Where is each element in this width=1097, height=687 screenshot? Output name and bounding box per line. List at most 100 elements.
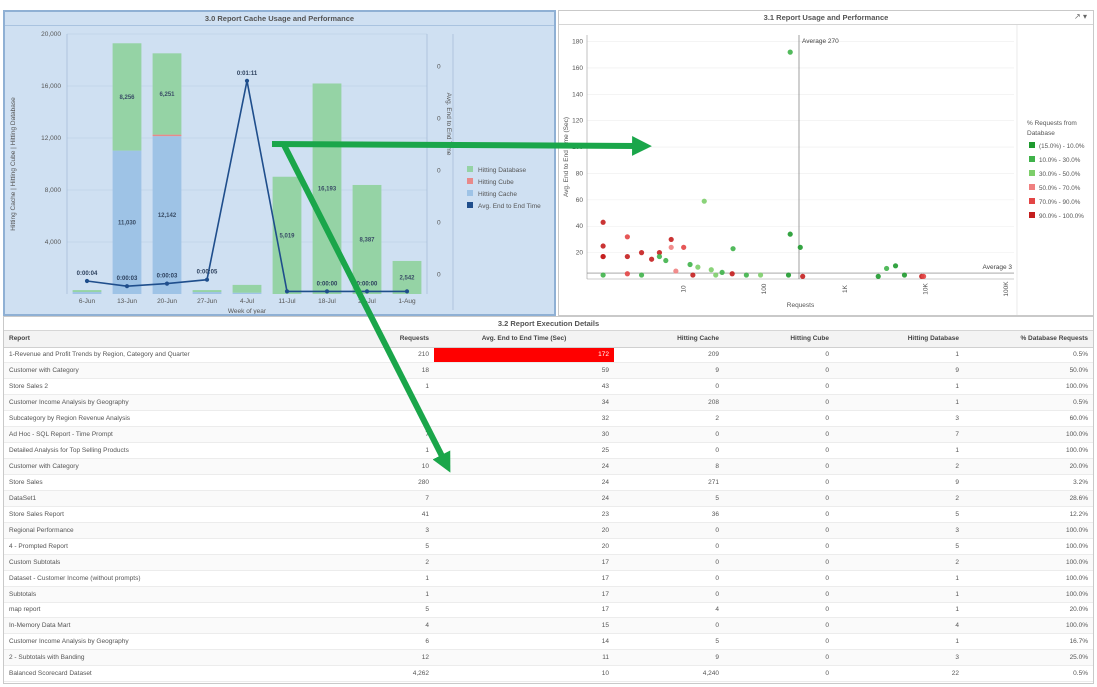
table-cell: 0 [724, 570, 834, 587]
scatter-point [600, 219, 606, 225]
table-header-row: Report Requests Avg. End to End Time (Sec)… [4, 331, 1093, 348]
line-data-label: 0:00:00 [357, 281, 378, 287]
panel-cache-usage[interactable]: 3.0 Report Cache Usage and Performance 4… [3, 10, 556, 316]
table-cell: 1 [834, 570, 964, 587]
column-header[interactable]: Hitting Cube [724, 331, 834, 348]
table-cell: 0 [724, 442, 834, 460]
y-tick-label: 16,000 [41, 83, 61, 90]
table-row[interactable]: DataSet1 7 24 5 0 2 28.6% [4, 490, 1093, 507]
y-tick-label: 12,000 [41, 135, 61, 142]
table-cell: 4,240 [614, 665, 724, 683]
y-tick-label: 80 [576, 170, 584, 177]
table-row[interactable]: Store Sales 280 24 271 0 9 3.2% [4, 474, 1093, 491]
scatter-point [730, 246, 736, 252]
table-cell: 24 [434, 458, 614, 475]
avg-y-label: Average 3 [982, 264, 1012, 271]
table-cell: 1 [834, 347, 964, 364]
table-row[interactable]: Customer with Category 10 24 8 0 2 20.0% [4, 458, 1093, 475]
table-cell: 0 [724, 602, 834, 619]
table-row[interactable]: map report 5 17 4 0 1 20.0% [4, 602, 1093, 619]
table-cell: 4 [614, 602, 724, 619]
table-cell: 18 [387, 362, 434, 380]
table-cell: 9 [614, 649, 724, 667]
table-row[interactable]: Store Sales 2 1 43 0 0 1 100.0% [4, 378, 1093, 396]
table-row[interactable]: Subcategory by Region Revenue Analysis 32… [4, 410, 1093, 428]
legend-swatch [467, 202, 473, 208]
table-cell: 0 [614, 586, 724, 603]
table-cell: 2 - Subtotals with Banding [4, 649, 387, 667]
table-row[interactable]: Regional Performance 3 20 0 0 3 100.0% [4, 522, 1093, 539]
legend-swatch [467, 166, 473, 172]
table-row[interactable]: Store Sales Report 41 23 36 0 5 12.2% [4, 506, 1093, 523]
table-row[interactable]: 2 - Subtotals with Banding 12 11 9 0 3 25.0% [4, 649, 1093, 667]
column-header[interactable]: Report [4, 331, 387, 348]
x-tick-label: 18-Jul [318, 298, 336, 305]
table-row[interactable]: Dataset - Customer Income (without promp… [4, 570, 1093, 587]
table-cell: 0 [724, 649, 834, 667]
table-row[interactable]: Balanced Scorecard Dataset 4,262 10 4,240 0 2… [4, 665, 1093, 683]
table-cell: 0 [724, 490, 834, 507]
table-cell: In-Memory Data Mart [4, 617, 387, 635]
table-cell: 0 [614, 554, 724, 571]
table-cell: 0 [724, 378, 834, 396]
scatter-point [701, 198, 707, 204]
table-row[interactable]: In-Memory Data Mart 4 15 0 0 4 100.0% [4, 617, 1093, 635]
table-cell: 100.0% [964, 570, 1093, 587]
avg-time-point [84, 278, 90, 284]
legend-swatch [1029, 170, 1035, 176]
line-data-label: 0:01:11 [237, 71, 258, 77]
table-cell [387, 410, 434, 428]
x-tick-label: 11-Jul [278, 298, 296, 305]
table-cell: 0 [614, 426, 724, 444]
avg-time-point [364, 289, 370, 294]
scatter-point [663, 257, 669, 264]
table-row[interactable]: Ad Hoc - SQL Report - Time Prompt 7 30 0 0 7 1… [4, 426, 1093, 444]
avg-time-point [404, 289, 410, 294]
column-header[interactable]: % Database Requests [964, 331, 1093, 348]
y2-tick-label: 0 [437, 220, 441, 227]
table-row[interactable]: Customer Income Analysis by Geography 6 14… [4, 633, 1093, 651]
panel-execution-details[interactable]: 3.2 Report Execution Details Report Reque… [3, 316, 1094, 684]
table-cell: 1-Revenue and Profit Trends by Region, C… [4, 347, 387, 364]
table-row[interactable]: Customer Income Analysis by Geography 34 2… [4, 394, 1093, 412]
bar-segment [72, 290, 102, 293]
table-cell: 100.0% [964, 617, 1093, 635]
table-row[interactable]: Detailed Analysis for Top Selling Produc… [4, 442, 1093, 460]
table-cell: 3.2% [964, 474, 1093, 491]
table-cell: 20 [434, 538, 614, 555]
expand-menu-icon[interactable]: ↗ ▾ [1074, 12, 1087, 21]
y-tick-label: 60 [576, 197, 584, 204]
table-row[interactable]: 1-Revenue and Profit Trends by Region, C… [4, 347, 1093, 364]
scatter-point [681, 244, 687, 250]
table-row[interactable]: 4 - Prompted Report 5 20 0 0 5 100.0% [4, 538, 1093, 555]
table-cell: 0 [724, 617, 834, 635]
table-row[interactable]: Subtotals 1 17 0 0 1 100.0% [4, 586, 1093, 603]
legend-label: Hitting Database [478, 167, 526, 174]
scatter-point [624, 253, 630, 260]
table-cell: 12.2% [964, 506, 1093, 523]
table-cell: 3 [834, 522, 964, 539]
bar-data-label: 5,019 [279, 233, 295, 239]
table-cell: 208 [614, 394, 724, 412]
scatter-point [787, 231, 793, 237]
x-tick-label: 1-Aug [398, 298, 416, 305]
legend-swatch [1029, 142, 1035, 148]
y2-tick-label: 0 [437, 64, 441, 71]
table-cell: 3 [387, 522, 434, 539]
scatter-point [624, 271, 630, 277]
legend-swatch [467, 190, 473, 196]
table-row[interactable]: Customer with Category 18 59 9 0 9 50.0% [4, 362, 1093, 380]
line-data-label: 0:00:00 [317, 281, 338, 287]
table-cell: 3 [834, 410, 964, 428]
table-cell: 0.5% [964, 665, 1093, 683]
table-cell: 24 [434, 474, 614, 491]
column-header[interactable]: Avg. End to End Time (Sec) [434, 331, 614, 348]
table-row[interactable]: Custom Subtotals 2 17 0 0 2 100.0% [4, 554, 1093, 571]
table-cell: Store Sales [4, 474, 387, 491]
column-header[interactable]: Hitting Cache [614, 331, 724, 348]
column-header[interactable]: Hitting Database [834, 331, 964, 348]
y-tick-label: 100 [572, 144, 583, 151]
panel-report-usage[interactable]: 3.1 Report Usage and Performance ↗ ▾ 20 4… [558, 10, 1094, 316]
column-header[interactable]: Requests [387, 331, 434, 348]
scatter-chart: 20 40 60 80 100 120 140 160 180 10 100 1K 10K 100K Ave… [563, 25, 1085, 315]
